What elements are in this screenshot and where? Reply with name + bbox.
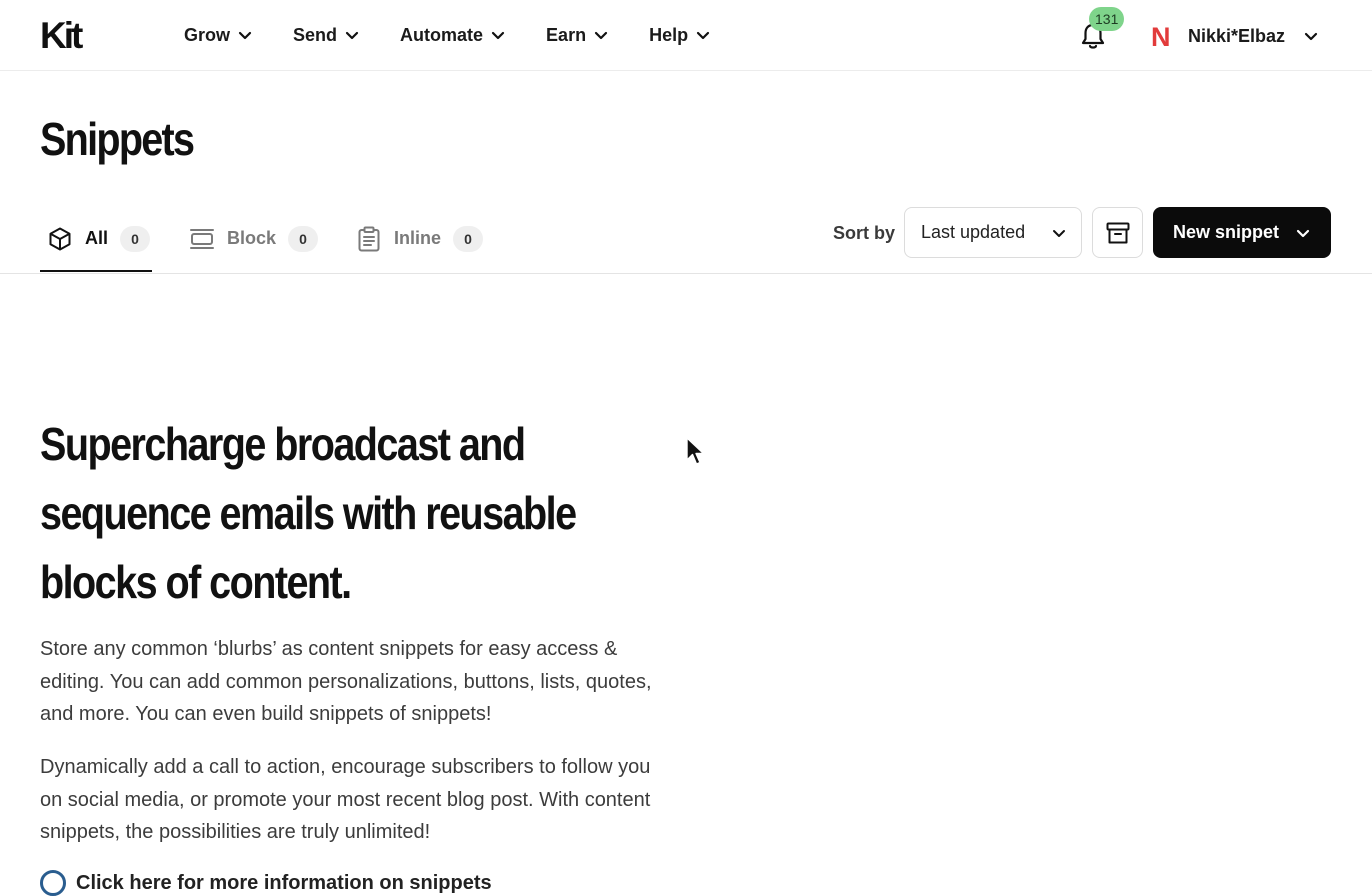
tab-inline-label: Inline [394,228,442,248]
info-icon [40,870,66,896]
new-snippet-label: New snippet [1173,222,1280,242]
tab-all-count: 0 [120,225,151,252]
nav-earn-label: Earn [546,24,587,45]
active-tab-indicator [40,270,152,272]
kit-logo[interactable]: Kit [40,19,110,51]
chevron-down-icon [696,31,710,40]
chevron-down-icon [594,31,608,40]
tab-block-count: 0 [288,225,319,252]
nav-help[interactable]: Help [649,25,711,46]
tab-all-label: All [85,228,109,248]
nav-earn[interactable]: Earn [546,25,609,46]
tab-inline[interactable]: Inline 0 [356,204,484,273]
tab-all[interactable]: All 0 [47,204,151,273]
empty-state-paragraph-2: Dynamically add a call to action, encour… [40,756,651,843]
notification-badge: 131 [1089,7,1125,31]
empty-state-paragraph-1: Store any common ‘blurbs’ as content sni… [40,638,652,725]
main-nav: Grow Send Automate Earn Help [184,0,751,70]
nav-help-label: Help [649,24,689,45]
mouse-cursor-icon [686,437,705,465]
tab-block-label: Block [227,228,277,248]
archive-button[interactable] [1092,207,1143,258]
more-info-link[interactable]: Click here for more information on snipp… [40,870,492,896]
sort-label: Sort by [833,223,896,243]
chevron-down-icon [1304,32,1318,41]
account-menu[interactable]: N Nikki*Elbaz [1150,22,1319,50]
nav-grow[interactable]: Grow [184,25,253,46]
tab-block[interactable]: Block 0 [189,204,319,273]
nav-send[interactable]: Send [293,25,360,46]
chevron-down-icon [1053,229,1065,237]
tab-inline-count: 0 [453,225,484,252]
nav-automate[interactable]: Automate [400,25,506,46]
nav-automate-label: Automate [400,24,484,45]
chevron-down-icon [1296,229,1310,237]
new-snippet-button[interactable]: New snippet [1153,207,1331,258]
svg-text:Kit: Kit [40,19,83,51]
empty-state-heading: Supercharge broadcast and sequence email… [40,418,577,608]
chevron-down-icon [345,31,359,40]
sort-select-value: Last updated [921,222,1026,242]
top-nav: Kit Grow Send Automate Earn Help 131 N N… [0,0,1372,71]
cube-icon [49,227,71,250]
chevron-down-icon [491,31,505,40]
avatar: N [1151,23,1171,49]
clipboard-icon [358,226,380,251]
archive-icon [1106,222,1129,243]
svg-text:N: N [1151,23,1171,49]
chevron-down-icon [238,31,252,40]
nav-grow-label: Grow [184,24,231,45]
page-title: Snippets [40,113,195,165]
nav-send-label: Send [293,24,338,45]
tabs-bar: All 0 Block 0 Inline 0 Sort by Last upda… [0,204,1372,274]
account-name: Nikki*Elbaz [1188,25,1286,46]
block-icon [190,228,214,249]
more-info-link-text: Click here for more information on snipp… [76,872,492,894]
sort-select[interactable]: Last updated [904,207,1082,258]
